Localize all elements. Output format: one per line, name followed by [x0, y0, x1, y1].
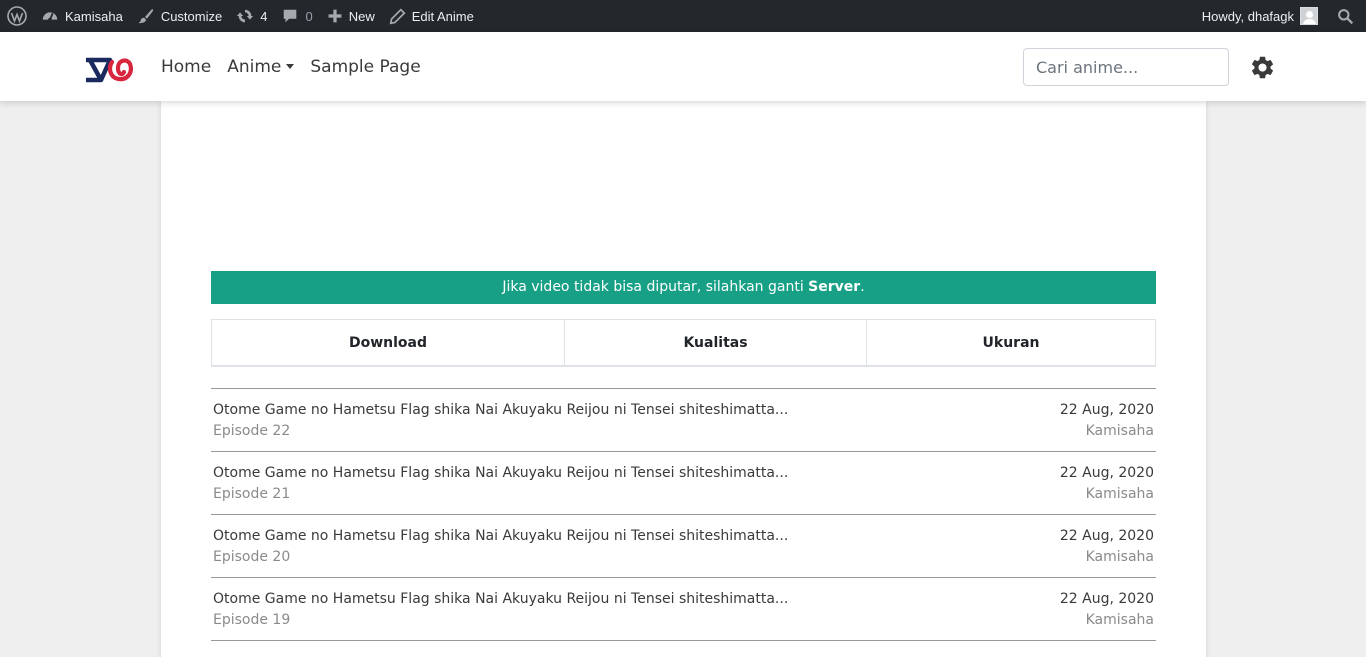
- episode-list-item[interactable]: Otome Game no Hametsu Flag shika Nai Aku…: [211, 578, 1156, 641]
- episode-number: Episode 19: [213, 612, 291, 628]
- episode-title[interactable]: Otome Game no Hametsu Flag shika Nai Aku…: [213, 465, 788, 481]
- notice-period: .: [860, 279, 865, 295]
- new-label: New: [348, 8, 375, 24]
- customize-label: Customize: [160, 8, 223, 24]
- dashboard-icon: [42, 12, 58, 22]
- episode-date: 22 Aug, 2020: [1059, 465, 1154, 481]
- server-notice: Jika video tidak bisa diputar, silahkan …: [211, 271, 1156, 304]
- gear-icon[interactable]: [1249, 54, 1276, 81]
- caret-down-icon: [286, 64, 295, 69]
- comments-count: 0: [305, 8, 313, 24]
- episode-title[interactable]: Otome Game no Hametsu Flag shika Nai Aku…: [213, 591, 788, 607]
- updates-count: 4: [260, 8, 268, 24]
- avatar: [1300, 7, 1318, 25]
- episode-date: 22 Aug, 2020: [1059, 528, 1154, 544]
- my-account-menu[interactable]: Howdy, dhafagk: [1195, 0, 1330, 32]
- updates-icon: [237, 9, 254, 23]
- site-name-label: Kamisaha: [65, 8, 123, 24]
- updates-link[interactable]: 4: [229, 0, 274, 32]
- nav-anime-dropdown[interactable]: Anime: [227, 56, 295, 77]
- paintbrush-icon: [138, 8, 154, 24]
- content-card: Jika video tidak bisa diputar, silahkan …: [161, 101, 1206, 657]
- notice-server-word: Server: [808, 279, 861, 295]
- episode-date: 22 Aug, 2020: [1059, 591, 1154, 607]
- adminbar-search[interactable]: [1330, 0, 1366, 32]
- main-nav: Home Anime Sample Page: [161, 32, 437, 101]
- episode-author: Kamisaha: [1085, 423, 1154, 439]
- episode-list-item[interactable]: Otome Game no Hametsu Flag shika Nai Aku…: [211, 389, 1156, 452]
- episode-author: Kamisaha: [1085, 486, 1154, 502]
- howdy-greeting: Howdy, dhafagk: [1201, 8, 1294, 24]
- episode-title[interactable]: Otome Game no Hametsu Flag shika Nai Aku…: [213, 528, 788, 544]
- plus-icon: [328, 9, 342, 23]
- episode-list-item[interactable]: Otome Game no Hametsu Flag shika Nai Aku…: [211, 515, 1156, 578]
- wp-admin-bar: Kamisaha Customize 4 0 New Edit Anime Ho…: [0, 0, 1366, 32]
- nav-anime-label: Anime: [227, 56, 282, 77]
- episode-number: Episode 22: [213, 423, 291, 439]
- episode-list-item[interactable]: Otome Game no Hametsu Flag shika Nai Aku…: [211, 452, 1156, 515]
- episode-date: 22 Aug, 2020: [1059, 402, 1154, 418]
- notice-text: Jika video tidak bisa diputar, silahkan …: [502, 279, 809, 295]
- site-logo[interactable]: [83, 50, 135, 84]
- customize-link[interactable]: Customize: [130, 0, 229, 32]
- wp-logo-menu[interactable]: [0, 0, 34, 32]
- episode-title[interactable]: Otome Game no Hametsu Flag shika Nai Aku…: [213, 402, 788, 418]
- download-table-header: Download Kualitas Ukuran: [211, 319, 1156, 367]
- episode-list: Otome Game no Hametsu Flag shika Nai Aku…: [211, 388, 1156, 641]
- comment-icon: [284, 9, 297, 23]
- new-content-menu[interactable]: New: [320, 0, 382, 32]
- site-header: Home Anime Sample Page: [0, 32, 1366, 101]
- nav-home[interactable]: Home: [161, 57, 211, 77]
- site-name-menu[interactable]: Kamisaha: [34, 0, 130, 32]
- anime-search-input[interactable]: [1023, 48, 1229, 86]
- comments-link[interactable]: 0: [274, 0, 319, 32]
- episode-number: Episode 20: [213, 549, 291, 565]
- pencil-icon: [389, 7, 406, 24]
- episode-author: Kamisaha: [1085, 549, 1154, 565]
- episode-author: Kamisaha: [1085, 612, 1154, 628]
- search-icon: [1338, 8, 1354, 24]
- column-kualitas: Kualitas: [565, 320, 867, 365]
- edit-anime-link[interactable]: Edit Anime: [382, 0, 481, 32]
- wordpress-icon: [7, 6, 27, 26]
- episode-number: Episode 21: [213, 486, 291, 502]
- column-download: Download: [212, 320, 565, 365]
- edit-anime-label: Edit Anime: [411, 8, 474, 24]
- nav-sample-page[interactable]: Sample Page: [310, 57, 420, 77]
- column-ukuran: Ukuran: [982, 334, 1040, 351]
